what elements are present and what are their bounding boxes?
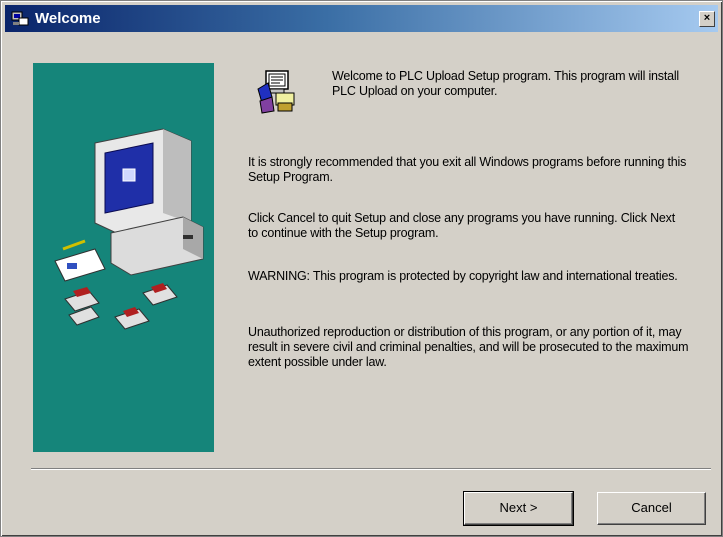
- unauthorized-text: Unauthorized reproduction or distributio…: [248, 325, 689, 369]
- setup-computer-icon: [257, 70, 295, 114]
- title-bar[interactable]: Welcome ×: [5, 5, 718, 32]
- cancel-button-label: Cancel: [631, 500, 672, 515]
- close-button[interactable]: ×: [699, 11, 715, 27]
- cancel-button[interactable]: Cancel: [597, 492, 706, 525]
- warning-text: WARNING: This program is protected by co…: [248, 269, 678, 283]
- setup-dialog: Welcome × Welcome to PLC Upload Setup pr…: [0, 0, 723, 537]
- next-button-label: Next >: [499, 500, 538, 515]
- computer-illustration: [54, 128, 204, 330]
- recommend-text: It is strongly recommended that you exit…: [248, 155, 687, 184]
- cancel-info-text: Click Cancel to quit Setup and close any…: [248, 211, 675, 240]
- side-illustration-panel: [33, 63, 214, 452]
- setup-icon: [11, 11, 29, 26]
- next-button[interactable]: Next >: [463, 491, 574, 526]
- intro-text: Welcome to PLC Upload Setup program. Thi…: [332, 69, 680, 98]
- window-title: Welcome: [35, 10, 101, 27]
- separator: [31, 468, 711, 470]
